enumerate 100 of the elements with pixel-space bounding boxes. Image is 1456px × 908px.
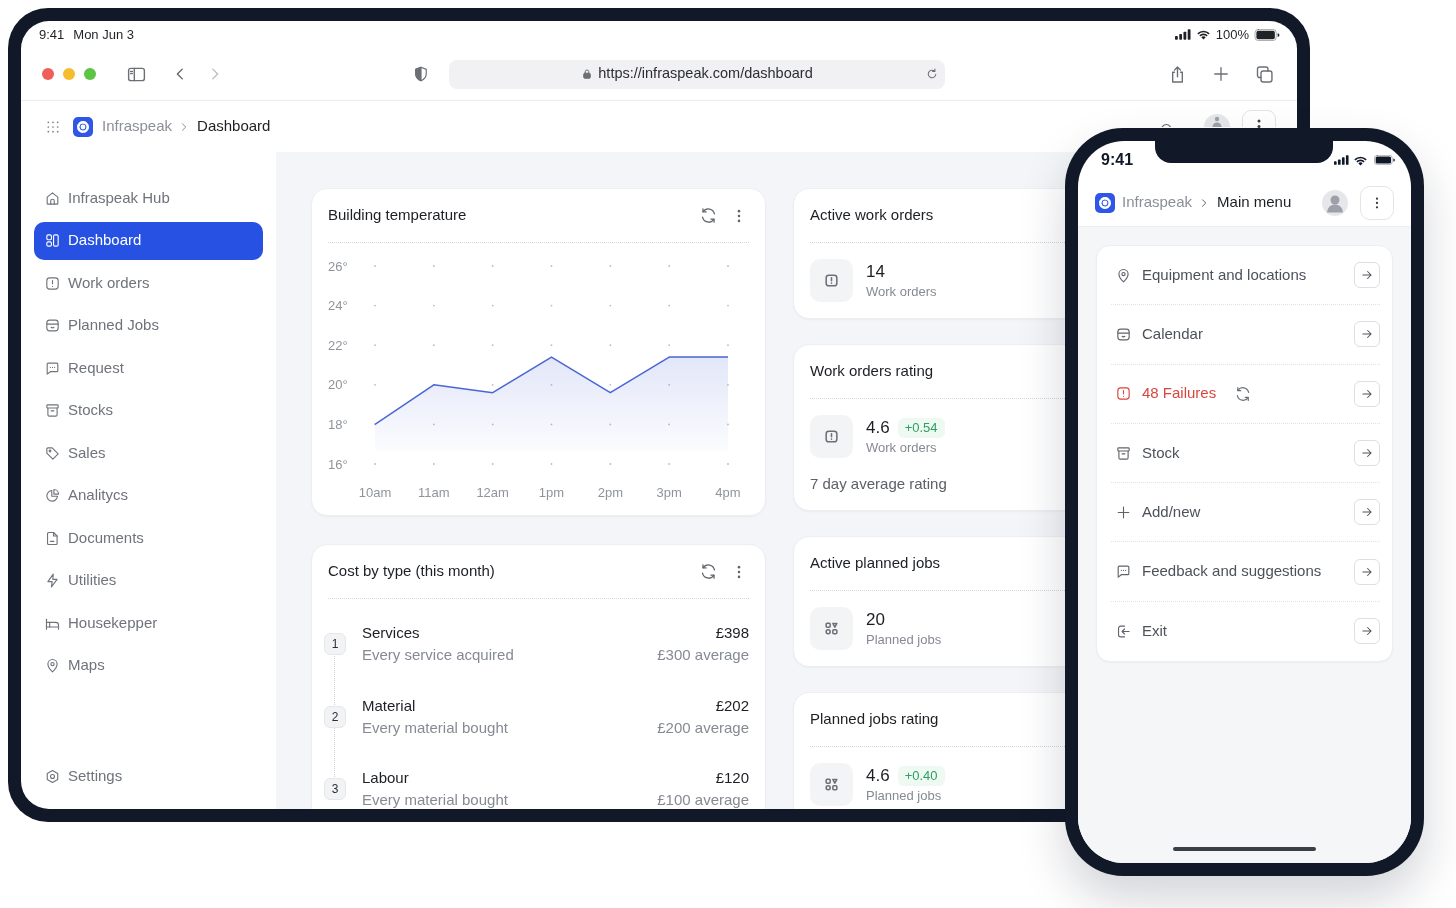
y-axis-label: 22° [328, 337, 348, 353]
card-title: Planned jobs rating [810, 709, 939, 730]
status-time: 9:41 [39, 25, 65, 44]
stat-value: 4.6 [866, 764, 890, 787]
stat-value: 4.6 [866, 416, 890, 439]
shield-icon[interactable] [412, 65, 430, 83]
lock-icon [581, 68, 594, 80]
sidebar-item[interactable]: Work orders [34, 264, 263, 302]
sidebar-item[interactable]: Utilities [34, 561, 263, 600]
home-icon [44, 189, 61, 207]
address-bar[interactable]: https://infraspeak.com/dashboard [449, 59, 945, 89]
breadcrumb-link[interactable]: Infraspeak [1122, 191, 1193, 214]
breadcrumb-current: Dashboard [197, 116, 271, 137]
arrow-button[interactable] [1354, 440, 1380, 467]
menu-label[interactable]: Calendar [1142, 323, 1203, 346]
sidebar-item[interactable]: Stocks [34, 391, 263, 430]
status-date: Mon Jun 3 [73, 25, 134, 44]
cost-description: Every material bought [362, 717, 508, 738]
x-axis-label: 10am [358, 484, 392, 500]
more-button[interactable] [1242, 110, 1276, 127]
avatar[interactable] [1204, 114, 1230, 127]
menu-label[interactable]: Feedback and suggestions [1142, 560, 1322, 583]
card-title: Cost by type (this month) [328, 561, 495, 582]
cost-amount: £120 [715, 768, 749, 788]
logo-icon[interactable] [1095, 192, 1115, 213]
x-axis-label: 1pm [538, 484, 565, 500]
wifi-icon [1353, 154, 1368, 166]
card-title: Work orders rating [810, 361, 934, 382]
menu-label[interactable]: Stock [1142, 441, 1180, 465]
card-icon [44, 317, 61, 334]
cost-amount: £398 [715, 623, 749, 643]
arrow-button[interactable] [1354, 380, 1380, 407]
sidebar-item[interactable]: Housekepper [34, 604, 263, 642]
cost-description: Every service acquired [362, 645, 514, 665]
y-axis-label: 26° [328, 258, 348, 274]
cost-average: £100 average [657, 790, 749, 809]
sidebar-item[interactable]: Documents [34, 519, 263, 557]
pie-chart-icon [44, 487, 61, 504]
y-axis-label: 18° [328, 416, 348, 432]
shapes-icon [810, 607, 853, 650]
battery-icon [1374, 155, 1395, 165]
stat-value: 14 [866, 260, 885, 283]
stat-value: 20 [866, 608, 885, 631]
shapes-icon [810, 763, 853, 806]
reload-icon[interactable] [925, 67, 939, 81]
x-axis-label: 2pm [597, 484, 623, 500]
sidebar-item[interactable]: Infraspeak Hub [34, 179, 263, 217]
cost-average: £200 average [657, 717, 749, 738]
card-title: Active work orders [810, 205, 934, 226]
sidebar-item[interactable]: Analitycs [34, 476, 263, 515]
x-axis-label: 12am [476, 484, 509, 500]
cost-name: Material [362, 695, 416, 716]
menu-label[interactable]: Exit [1142, 620, 1167, 643]
menu-label[interactable]: Equipment and locations [1142, 263, 1307, 287]
menu-label[interactable]: Add/new [1142, 501, 1201, 524]
avatar[interactable] [1322, 189, 1348, 216]
menu-label[interactable]: 48 Failures [1142, 382, 1217, 405]
row-number: 1 [324, 633, 346, 655]
sidebar-item[interactable]: Settings [34, 757, 263, 795]
box-icon [44, 402, 61, 419]
sidebar-item[interactable]: Sales [34, 434, 263, 472]
sidebar-item[interactable]: Request [34, 349, 263, 387]
new-tab-icon[interactable] [1211, 64, 1231, 84]
arrow-button[interactable] [1354, 558, 1380, 585]
logo-icon[interactable] [73, 116, 93, 137]
cost-name: Services [362, 623, 420, 643]
close-window-icon[interactable] [42, 68, 54, 80]
sidebar-item[interactable]: Maps [34, 646, 263, 685]
battery-icon [1254, 28, 1280, 41]
location-pin-icon [44, 657, 61, 674]
minimize-window-icon[interactable] [63, 68, 75, 80]
cost-amount: £202 [715, 695, 749, 716]
tag-icon [44, 444, 61, 462]
wifi-icon [1195, 29, 1211, 40]
arrow-button[interactable] [1354, 499, 1380, 526]
stat-label: Planned jobs [866, 630, 942, 649]
settings-icon [44, 767, 61, 785]
y-axis-label: 20° [328, 377, 348, 393]
tabs-icon[interactable] [1254, 63, 1275, 85]
row-number: 3 [324, 778, 346, 800]
alert-icon [810, 415, 853, 458]
y-axis-label: 16° [328, 456, 348, 472]
signal-icon [1174, 29, 1191, 40]
stat-label: Planned jobs [866, 786, 942, 805]
breadcrumb-current: Main menu [1217, 192, 1292, 213]
cost-average: £300 average [657, 645, 749, 665]
cost-description: Every material bought [362, 790, 508, 809]
arrow-button[interactable] [1354, 618, 1380, 645]
arrow-button[interactable] [1354, 262, 1380, 289]
breadcrumb-link[interactable]: Infraspeak [102, 115, 173, 138]
sidebar-item[interactable]: Planned Jobs [34, 306, 263, 345]
stat-label: Work orders [866, 282, 937, 301]
sidebar-item[interactable]: Dashboard [34, 221, 263, 260]
refresh-icon[interactable] [699, 562, 718, 581]
delta-badge: +0.40 [897, 765, 945, 786]
arrow-button[interactable] [1354, 321, 1380, 348]
refresh-icon[interactable] [699, 206, 718, 225]
row-number: 2 [324, 705, 346, 728]
maximize-window-icon[interactable] [84, 68, 96, 80]
status-time: 9:41 [1101, 150, 1134, 170]
